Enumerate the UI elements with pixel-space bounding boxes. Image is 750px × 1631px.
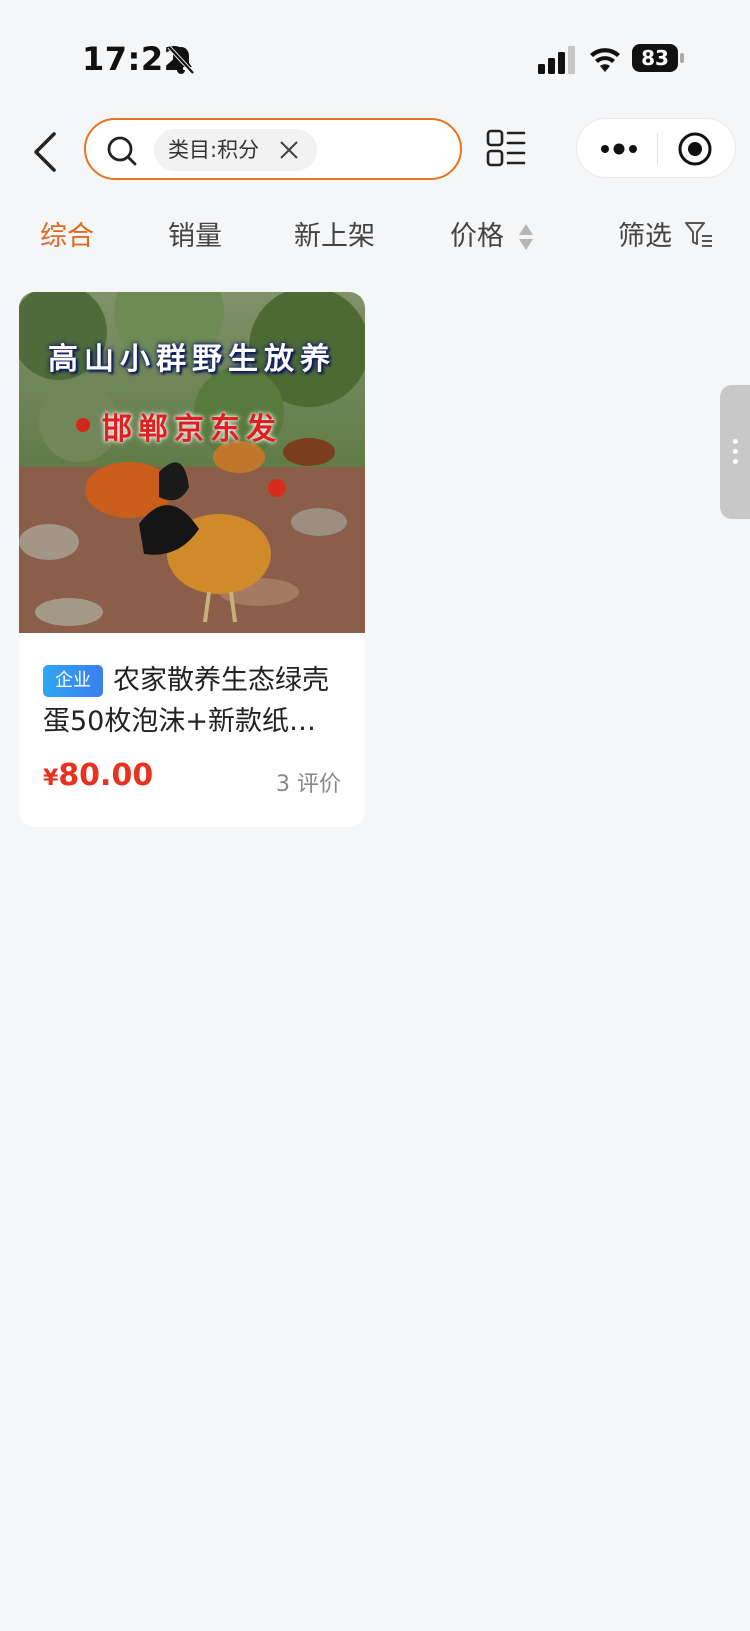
top-nav: 类目:积分 [0, 110, 750, 190]
search-icon [107, 136, 137, 166]
more-icon[interactable] [599, 137, 639, 161]
price-currency: ¥ [43, 766, 59, 791]
handle-dot [733, 449, 738, 454]
sort-tab-price[interactable]: 价格 [450, 214, 504, 253]
wifi-icon [590, 48, 620, 72]
bell-off-icon [167, 45, 195, 75]
battery-indicator: 83 [632, 44, 684, 74]
handle-dot [733, 439, 738, 444]
sort-arrows-icon [519, 224, 533, 250]
category-chip[interactable]: 类目:积分 [154, 129, 318, 171]
sort-tab-filter[interactable]: 筛选 [618, 214, 672, 253]
back-icon[interactable] [30, 130, 60, 174]
status-bar: 17:22 83 [0, 0, 750, 110]
battery-cap [680, 53, 684, 63]
enterprise-badge: 企业 [43, 665, 103, 697]
price-value: 80.00 [58, 758, 154, 793]
target-icon[interactable] [677, 131, 713, 167]
signal-icon [538, 46, 575, 74]
category-chip-label: 类目:积分 [168, 138, 260, 162]
image-caption-line1: 高山小群野生放养 [48, 342, 336, 377]
sort-tab-new[interactable]: 新上架 [294, 214, 375, 253]
sort-tab-comprehensive[interactable]: 综合 [40, 214, 94, 253]
product-title[interactable]: 企业 农家散养生态绿壳蛋50枚泡沫+新款纸… [43, 660, 343, 742]
sort-tab-sales[interactable]: 销量 [168, 214, 222, 253]
sort-bar: 综合 销量 新上架 价格 筛选 [0, 204, 750, 264]
product-card[interactable]: 高山小群野生放养 邯郸京东发 企业 农家散养生态绿壳蛋50枚泡沫+新款纸… ¥80… [19, 292, 365, 827]
filter-icon[interactable] [684, 220, 714, 250]
handle-dot [733, 459, 738, 464]
list-view-icon[interactable] [486, 128, 526, 168]
product-price: ¥80.00 [43, 758, 153, 793]
capsule-divider [657, 133, 658, 165]
search-box[interactable]: 类目:积分 [84, 118, 462, 180]
image-caption-line2: 邯郸京东发 [102, 412, 282, 447]
battery-level: 83 [632, 44, 678, 72]
close-icon[interactable] [279, 140, 299, 160]
mini-program-capsule [576, 118, 736, 178]
review-count: 3 评价 [276, 772, 341, 797]
product-image[interactable]: 高山小群野生放养 邯郸京东发 [19, 292, 365, 633]
side-drawer-handle[interactable] [720, 385, 750, 519]
